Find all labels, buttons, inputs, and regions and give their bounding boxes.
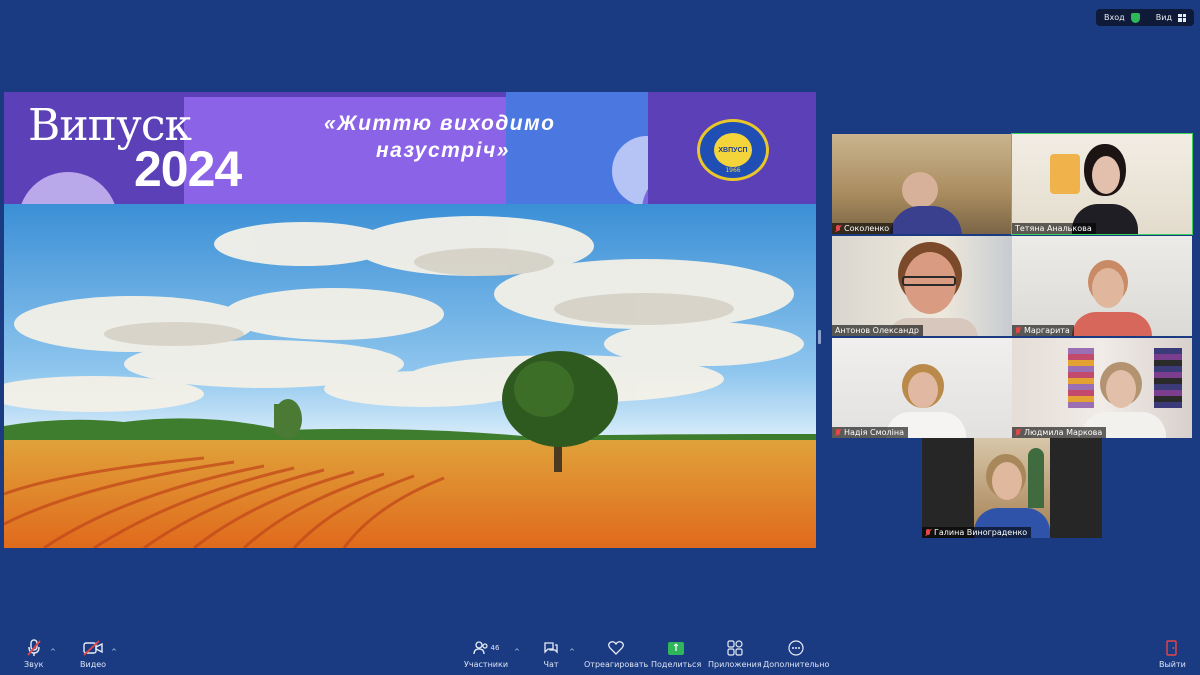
leave-button[interactable]: Выйти [1159, 636, 1186, 669]
audio-label: Звук [24, 660, 44, 669]
glasses-icon [902, 276, 956, 286]
participant-video [1092, 268, 1124, 308]
chat-label: Чат [543, 660, 559, 669]
video-button[interactable]: Видео [80, 636, 106, 669]
participants-options-chevron-icon[interactable]: ^ [514, 648, 520, 656]
participant-name: Антонов Олександр [835, 326, 919, 335]
participant-name-tag: Людмила Маркова [1012, 427, 1107, 438]
participant-name: Людмила Маркова [1024, 428, 1103, 437]
thread-rack-left [1068, 348, 1094, 408]
participants-count: 46 [490, 644, 500, 652]
participant-name: Тетяна Аналькова [1015, 224, 1092, 233]
participant-name: Маргарита [1024, 326, 1070, 335]
participants-icon: 46 [472, 636, 500, 660]
participant-tile-active[interactable]: Тетяна Аналькова [1011, 133, 1193, 235]
chat-icon [543, 636, 559, 660]
participant-name: Галина Винограденко [934, 528, 1028, 537]
video-options-chevron-icon[interactable]: ^ [111, 648, 117, 656]
participant-video [1092, 156, 1120, 194]
participant-video [992, 462, 1022, 500]
meeting-toolbar: Звук ^ Видео ^ 46 Участники ^ Чат ^ Отре… [0, 636, 1200, 675]
thread-rack-right [1154, 348, 1182, 408]
background-poster [1050, 154, 1080, 194]
participant-name: Надія Смоліна [844, 428, 905, 437]
apps-button[interactable]: Приложения [708, 636, 762, 669]
share-screen-button[interactable]: ↑ Поделиться [651, 636, 701, 669]
participant-tile[interactable]: Маргарита [1012, 236, 1192, 336]
more-button[interactable]: Дополнительно [763, 636, 829, 669]
college-emblem-icon: ХВПУСП 1966 [697, 119, 769, 181]
banner-circle [612, 136, 648, 204]
participant-tile[interactable]: Антонов Олександр [832, 236, 1012, 336]
enter-label[interactable]: Вход [1104, 13, 1125, 22]
share-label: Поделиться [651, 660, 702, 669]
participant-name-tag: Антонов Олександр [832, 325, 923, 336]
more-dots-icon [788, 636, 804, 660]
share-screen-arrow-icon: ↑ [668, 641, 685, 655]
mic-muted-icon [1015, 428, 1021, 437]
audio-options-chevron-icon[interactable]: ^ [50, 648, 56, 656]
participant-name-tag: Соколенко [832, 223, 894, 234]
slogan-line-1: «Життю виходимо [324, 112, 556, 135]
shared-screen: Випуск 2024 «Життю виходимо назустріч» Х… [4, 92, 816, 548]
panel-splitter-handle[interactable] [818, 330, 821, 344]
participant-name-tag: Тетяна Аналькова [1012, 223, 1096, 234]
participant-name: Соколенко [844, 224, 890, 233]
leave-door-icon [1164, 636, 1180, 660]
mic-muted-icon [26, 636, 42, 660]
participant-name-tag: Надія Смоліна [832, 427, 909, 438]
participants-label: Участники [464, 660, 509, 669]
participant-name-tag: Галина Винограденко [922, 527, 1032, 538]
participant-video [908, 372, 938, 408]
banner-title-year: 2024 [134, 141, 242, 197]
camera-muted-icon [83, 636, 103, 660]
participants-button[interactable]: 46 Участники [464, 636, 508, 669]
mic-muted-icon [835, 428, 841, 437]
heart-icon [608, 636, 625, 660]
banner-slogan: «Життю виходимо назустріч» [324, 110, 584, 164]
mic-muted-icon [925, 528, 931, 537]
mic-muted-icon [1015, 326, 1021, 335]
meeting-info-bar[interactable]: Вход Вид [1096, 9, 1194, 26]
emblem-inner: ХВПУСП [714, 133, 752, 167]
view-label[interactable]: Вид [1156, 13, 1172, 22]
view-grid-icon[interactable] [1178, 13, 1186, 22]
emblem-text: ХВПУСП [718, 146, 748, 154]
video-label: Видео [80, 660, 107, 669]
leave-label: Выйти [1159, 660, 1186, 669]
participant-tile[interactable]: Надія Смоліна [832, 338, 1012, 438]
mannequin-icon [1028, 448, 1044, 508]
landscape-image [4, 204, 816, 548]
participant-tile[interactable]: Соколенко [832, 134, 1012, 234]
participant-name-tag: Маргарита [1012, 325, 1074, 336]
emblem-year: 1966 [725, 167, 741, 174]
more-label: Дополнительно [763, 660, 830, 669]
banner-circle [18, 172, 118, 204]
graduation-banner: Випуск 2024 «Життю виходимо назустріч» Х… [4, 92, 816, 204]
participant-video [1106, 370, 1136, 408]
chat-button[interactable]: Чат [543, 636, 559, 669]
react-button[interactable]: Отреагировать [584, 636, 648, 669]
participant-body [1072, 312, 1152, 336]
participant-tile[interactable]: Людмила Маркова [1012, 338, 1192, 438]
security-shield-icon[interactable] [1130, 12, 1140, 23]
apps-label: Приложения [708, 660, 762, 669]
apps-icon [727, 636, 743, 660]
mic-muted-icon [835, 224, 841, 233]
chat-options-chevron-icon[interactable]: ^ [569, 648, 575, 656]
slogan-line-2: назустріч» [376, 139, 510, 162]
participant-video [902, 172, 938, 208]
participant-tile[interactable]: Галина Винограденко [922, 438, 1102, 538]
react-label: Отреагировать [584, 660, 649, 669]
audio-button[interactable]: Звук [24, 636, 43, 669]
